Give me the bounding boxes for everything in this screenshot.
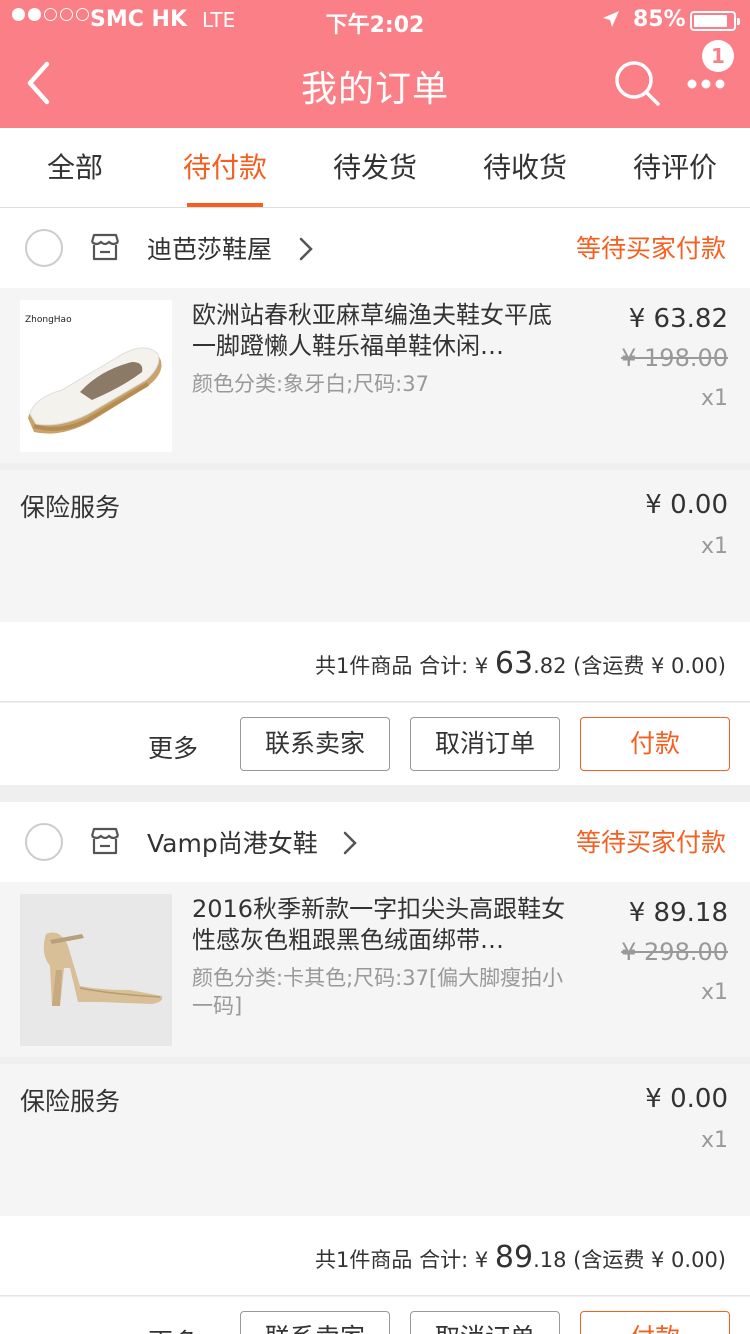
total-decimal: .18 (533, 1248, 567, 1272)
shipping-fee: (含运费 ¥ 0.00) (566, 1248, 726, 1272)
total-integer: 63 (494, 646, 534, 681)
contact-seller-button[interactable]: 联系卖家 (240, 717, 390, 771)
espadrille-shoe-image: ZhongHao (20, 300, 172, 452)
order-card: Vamp尚港女鞋 等待买家付款 2016秋季新款一字扣尖头高跟鞋女性感灰色粗跟黑… (0, 802, 750, 1334)
chevron-right-icon (299, 237, 313, 261)
shop-header[interactable]: Vamp尚港女鞋 等待买家付款 (0, 802, 750, 882)
contact-seller-button[interactable]: 联系卖家 (240, 1311, 390, 1334)
cancel-order-button[interactable]: 取消订单 (410, 1311, 560, 1334)
order-total: 共1件商品 合计: ¥ 89.18 (含运费 ¥ 0.00) (315, 1240, 726, 1275)
insurance-label: 保险服务 (20, 1087, 121, 1116)
brand-logo-text: ZhongHao (25, 315, 72, 325)
order-actions: 更多 联系卖家 取消订单 付款 (0, 703, 750, 785)
order-status: 等待买家付款 (575, 828, 726, 857)
summary-count: 共1件商品 合计: ¥ (315, 1248, 495, 1272)
insurance-row: 保险服务 ¥ 0.00 x1 (0, 1064, 750, 1216)
tab-pending-receipt[interactable]: 待收货 (450, 128, 600, 207)
order-total: 共1件商品 合计: ¥ 63.82 (含运费 ¥ 0.00) (315, 646, 726, 681)
order-tabs: 全部 待付款 待发货 待收货 待评价 (0, 128, 750, 208)
chevron-right-icon (343, 831, 357, 855)
insurance-price: ¥ 0.00 (645, 1084, 728, 1114)
shop-icon (90, 233, 120, 261)
summary-count: 共1件商品 合计: ¥ (315, 654, 495, 678)
shop-name[interactable]: 迪芭莎鞋屋 (147, 230, 272, 266)
product-image[interactable]: ZhongHao (20, 300, 172, 452)
product-quantity: x1 (700, 980, 728, 1005)
high-heel-shoe-image (20, 894, 172, 1046)
app-header: SMC HK LTE 下午2:02 85% 我的订单 1 (0, 0, 750, 128)
insurance-label: 保险服务 (20, 493, 121, 522)
notification-badge: 1 (702, 40, 734, 72)
total-decimal: .82 (533, 654, 567, 678)
insurance-price: ¥ 0.00 (645, 490, 728, 520)
product-spec: 颜色分类:象牙白;尺码:37 (192, 372, 429, 396)
more-button[interactable]: 更多 (148, 729, 198, 765)
location-arrow-icon (603, 11, 619, 27)
battery-icon (690, 11, 740, 31)
order-summary: 共1件商品 合计: ¥ 89.18 (含运费 ¥ 0.00) (0, 1216, 750, 1296)
insurance-quantity: x1 (700, 534, 728, 559)
more-button[interactable]: 更多 (148, 1323, 198, 1334)
order-item[interactable]: 2016秋季新款一字扣尖头高跟鞋女性感灰色粗跟黑色绒面绑带… 颜色分类:卡其色;… (0, 882, 750, 1057)
pay-button[interactable]: 付款 (580, 1311, 730, 1334)
total-integer: 89 (494, 1240, 534, 1275)
battery-percent: 85% (633, 7, 686, 32)
shipping-fee: (含运费 ¥ 0.00) (566, 654, 726, 678)
tab-pending-review[interactable]: 待评价 (600, 128, 750, 207)
shop-header[interactable]: 迪芭莎鞋屋 等待买家付款 (0, 208, 750, 288)
product-original-price: ¥ 198.00 (621, 344, 728, 372)
order-summary: 共1件商品 合计: ¥ 63.82 (含运费 ¥ 0.00) (0, 622, 750, 702)
product-image[interactable] (20, 894, 172, 1046)
order-actions: 更多 联系卖家 取消订单 付款 (0, 1297, 750, 1334)
product-title[interactable]: 欧洲站春秋亚麻草编渔夫鞋女平底一脚蹬懒人鞋乐福单鞋休闲… (192, 300, 572, 362)
product-quantity: x1 (700, 386, 728, 411)
search-icon[interactable] (612, 58, 664, 110)
insurance-row: 保险服务 ¥ 0.00 x1 (0, 470, 750, 622)
order-item[interactable]: ZhongHao 欧洲站春秋亚麻草编渔夫鞋女平底一脚蹬懒人鞋乐福单鞋休闲… 颜色… (0, 288, 750, 463)
select-order-checkbox[interactable] (25, 229, 63, 267)
pay-button[interactable]: 付款 (580, 717, 730, 771)
tab-pending-shipment[interactable]: 待发货 (300, 128, 450, 207)
cancel-order-button[interactable]: 取消订单 (410, 717, 560, 771)
insurance-quantity: x1 (700, 1128, 728, 1153)
product-title[interactable]: 2016秋季新款一字扣尖头高跟鞋女性感灰色粗跟黑色绒面绑带… (192, 894, 572, 956)
tab-all[interactable]: 全部 (0, 128, 150, 207)
select-order-checkbox[interactable] (25, 823, 63, 861)
tab-pending-payment[interactable]: 待付款 (150, 128, 300, 207)
product-spec: 颜色分类:卡其色;尺码:37[偏大脚瘦拍小一码] (192, 966, 564, 1018)
shop-name[interactable]: Vamp尚港女鞋 (147, 824, 318, 860)
product-price: ¥ 63.82 (628, 304, 728, 334)
product-price: ¥ 89.18 (628, 898, 728, 928)
order-card: 迪芭莎鞋屋 等待买家付款 ZhongHao 欧洲站春秋亚麻草编渔夫鞋女平底一脚蹬… (0, 208, 750, 785)
order-status: 等待买家付款 (575, 234, 726, 263)
shop-icon (90, 827, 120, 855)
status-bar: SMC HK LTE 下午2:02 85% (0, 0, 750, 40)
product-original-price: ¥ 298.00 (621, 938, 728, 966)
